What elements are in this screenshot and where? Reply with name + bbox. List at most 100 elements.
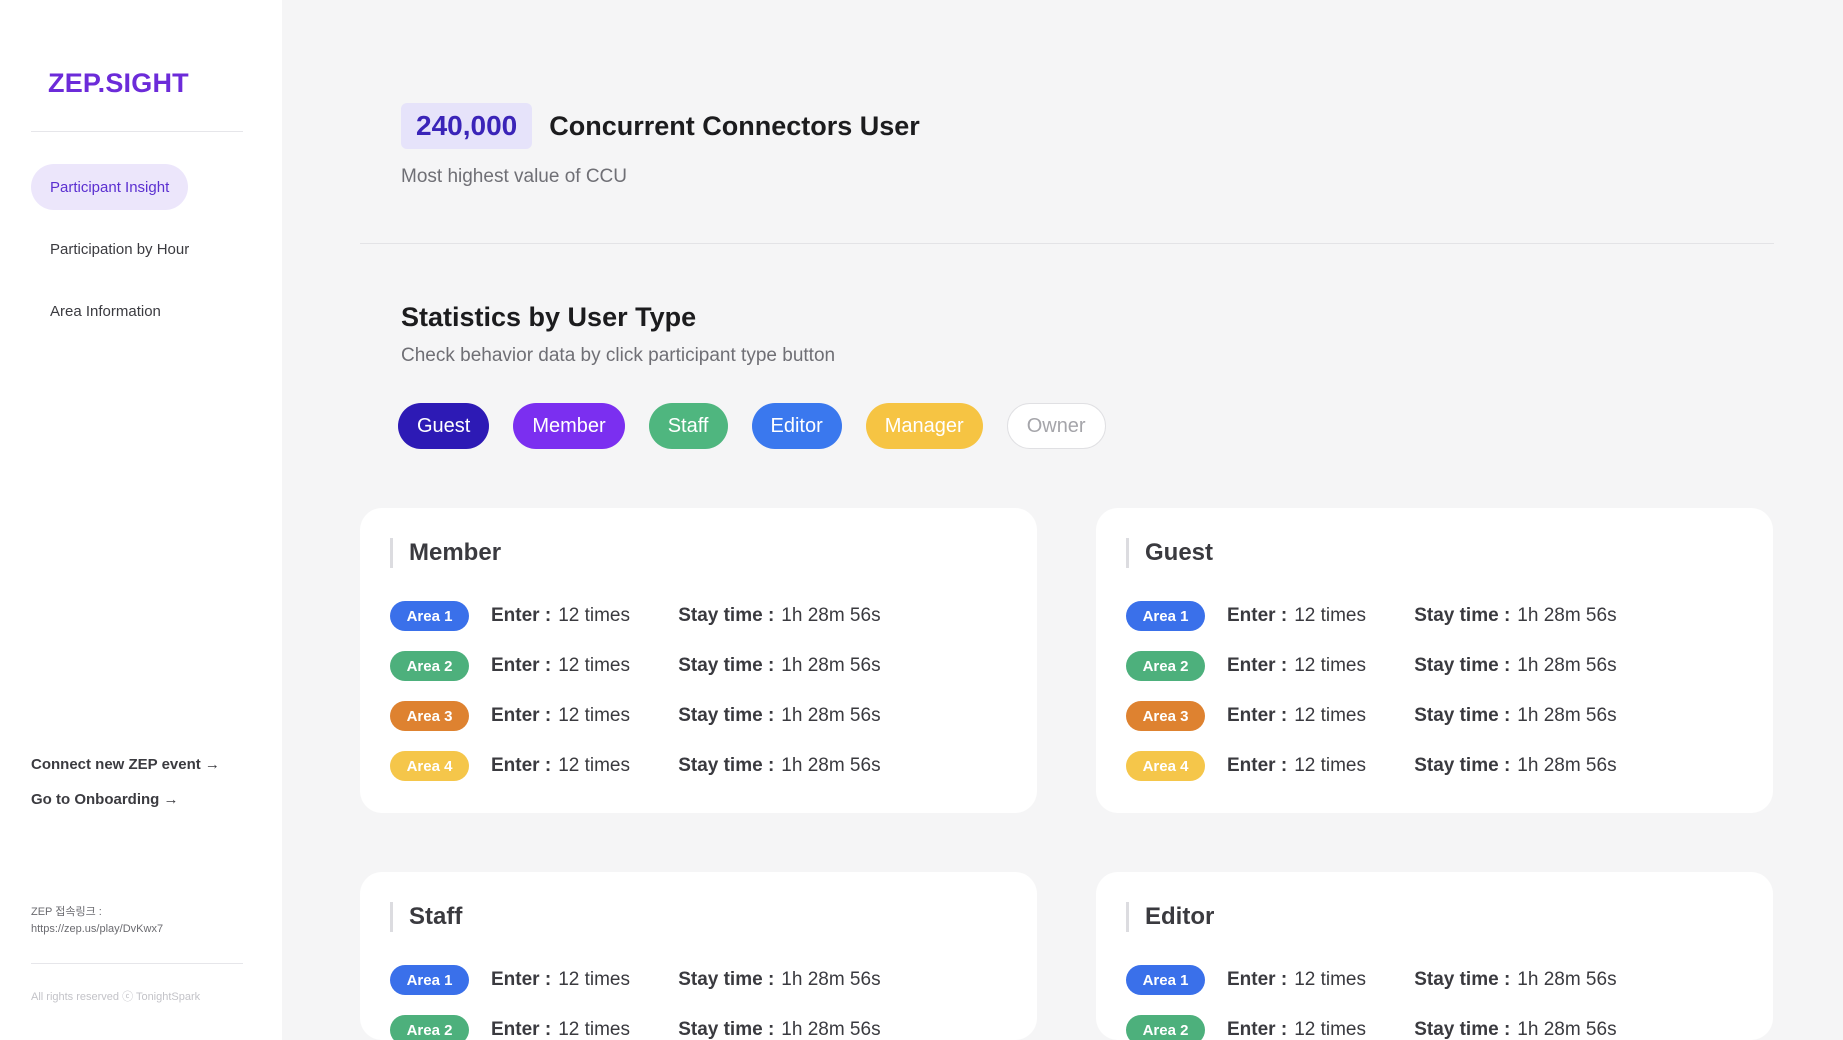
type-button-owner[interactable]: Owner bbox=[1006, 403, 1106, 449]
enter-value: 12 times bbox=[1294, 969, 1366, 990]
stats-card-member: Member Area 1 Enter : 12 times Stay time… bbox=[360, 508, 1037, 813]
type-button-manager[interactable]: Manager bbox=[865, 403, 983, 449]
stay-value: 1h 28m 56s bbox=[781, 655, 881, 676]
stay-label: Stay time : bbox=[678, 605, 775, 626]
card-title: Staff bbox=[390, 902, 462, 932]
enter-label: Enter : bbox=[1227, 655, 1288, 676]
stay-value: 1h 28m 56s bbox=[781, 755, 881, 776]
stats-card-guest: Guest Area 1 Enter : 12 times Stay time … bbox=[1096, 508, 1773, 813]
stay-value: 1h 28m 56s bbox=[1517, 969, 1617, 990]
stay-label: Stay time : bbox=[1414, 755, 1511, 776]
enter-value: 12 times bbox=[558, 655, 630, 676]
enter-value: 12 times bbox=[558, 705, 630, 726]
stay-value: 1h 28m 56s bbox=[781, 705, 881, 726]
card-title: Guest bbox=[1126, 538, 1213, 568]
enter-label: Enter : bbox=[1227, 755, 1288, 776]
stay-label: Stay time : bbox=[678, 705, 775, 726]
area-row: Area 2 Enter : 12 times Stay time : 1h 2… bbox=[1126, 651, 1617, 681]
area-badge: Area 2 bbox=[1126, 651, 1205, 681]
ccu-header: 240,000 Concurrent Connectors User bbox=[401, 103, 920, 149]
area-row: Area 3 Enter : 12 times Stay time : 1h 2… bbox=[390, 701, 881, 731]
enter-label: Enter : bbox=[1227, 969, 1288, 990]
enter-value: 12 times bbox=[558, 755, 630, 776]
stay-value: 1h 28m 56s bbox=[1517, 1019, 1617, 1040]
type-button-member[interactable]: Member bbox=[513, 403, 625, 449]
ccu-subtitle: Most highest value of CCU bbox=[401, 166, 627, 187]
go-to-onboarding-link[interactable]: Go to Onboarding → bbox=[31, 791, 178, 808]
area-row: Area 2 Enter : 12 times Stay time : 1h 2… bbox=[390, 651, 881, 681]
enter-value: 12 times bbox=[558, 969, 630, 990]
enter-label: Enter : bbox=[1227, 705, 1288, 726]
enter-label: Enter : bbox=[491, 1019, 552, 1040]
sidebar-footer-divider bbox=[31, 963, 243, 964]
stay-value: 1h 28m 56s bbox=[781, 605, 881, 626]
zep-link-url[interactable]: https://zep.us/play/DvKwx7 bbox=[31, 923, 163, 935]
enter-label: Enter : bbox=[491, 605, 552, 626]
nav-item-participant-insight[interactable]: Participant Insight bbox=[31, 164, 189, 210]
logo[interactable]: ZEP.SIGHT bbox=[48, 68, 189, 99]
enter-value: 12 times bbox=[558, 1019, 630, 1040]
stay-label: Stay time : bbox=[1414, 969, 1511, 990]
stay-label: Stay time : bbox=[678, 1019, 775, 1040]
ccu-label: Concurrent Connectors User bbox=[549, 110, 920, 141]
stay-label: Stay time : bbox=[1414, 705, 1511, 726]
area-badge: Area 2 bbox=[390, 1015, 469, 1040]
area-row: Area 1 Enter : 12 times Stay time : 1h 2… bbox=[1126, 965, 1617, 995]
copyright: All rights reserved ⓒ TonightSpark bbox=[31, 991, 201, 1003]
section-divider bbox=[360, 243, 1774, 244]
area-row: Area 2 Enter : 12 times Stay time : 1h 2… bbox=[1126, 1015, 1617, 1040]
stay-label: Stay time : bbox=[1414, 655, 1511, 676]
area-badge: Area 3 bbox=[390, 701, 469, 731]
stay-value: 1h 28m 56s bbox=[1517, 655, 1617, 676]
stay-value: 1h 28m 56s bbox=[781, 1019, 881, 1040]
stay-value: 1h 28m 56s bbox=[1517, 605, 1617, 626]
enter-label: Enter : bbox=[491, 705, 552, 726]
nav-item-participation-by-hour[interactable]: Participation by Hour bbox=[31, 226, 208, 272]
stay-label: Stay time : bbox=[678, 969, 775, 990]
area-badge: Area 4 bbox=[1126, 751, 1205, 781]
enter-value: 12 times bbox=[1294, 1019, 1366, 1040]
area-badge: Area 1 bbox=[1126, 601, 1205, 631]
sidebar-divider bbox=[31, 131, 243, 132]
area-row: Area 3 Enter : 12 times Stay time : 1h 2… bbox=[1126, 701, 1617, 731]
card-title: Editor bbox=[1126, 902, 1214, 932]
enter-value: 12 times bbox=[558, 605, 630, 626]
connect-new-event-link[interactable]: Connect new ZEP event → bbox=[31, 756, 220, 773]
type-button-editor[interactable]: Editor bbox=[751, 403, 842, 449]
stay-value: 1h 28m 56s bbox=[1517, 705, 1617, 726]
enter-label: Enter : bbox=[491, 755, 552, 776]
stay-value: 1h 28m 56s bbox=[1517, 755, 1617, 776]
sidebar: ZEP.SIGHT Participant Insight Participat… bbox=[0, 0, 282, 1040]
area-badge: Area 1 bbox=[1126, 965, 1205, 995]
section-subtitle: Check behavior data by click participant… bbox=[401, 345, 836, 366]
ccu-value-badge: 240,000 bbox=[401, 103, 533, 149]
area-badge: Area 4 bbox=[390, 751, 469, 781]
stats-card-editor: Editor Area 1 Enter : 12 times Stay time… bbox=[1096, 872, 1773, 1040]
enter-label: Enter : bbox=[1227, 605, 1288, 626]
enter-value: 12 times bbox=[1294, 605, 1366, 626]
main-content: 240,000 Concurrent Connectors User Most … bbox=[282, 0, 1843, 1040]
enter-value: 12 times bbox=[1294, 705, 1366, 726]
enter-label: Enter : bbox=[1227, 1019, 1288, 1040]
stay-label: Stay time : bbox=[678, 755, 775, 776]
type-button-guest[interactable]: Guest bbox=[398, 403, 490, 449]
area-badge: Area 1 bbox=[390, 601, 469, 631]
stay-label: Stay time : bbox=[1414, 605, 1511, 626]
enter-label: Enter : bbox=[491, 655, 552, 676]
enter-label: Enter : bbox=[491, 969, 552, 990]
stats-card-staff: Staff Area 1 Enter : 12 times Stay time … bbox=[360, 872, 1037, 1040]
area-badge: Area 2 bbox=[390, 651, 469, 681]
user-type-buttons: Guest Member Staff Editor Manager Owner bbox=[398, 403, 1130, 449]
area-row: Area 1 Enter : 12 times Stay time : 1h 2… bbox=[390, 965, 881, 995]
area-row: Area 1 Enter : 12 times Stay time : 1h 2… bbox=[1126, 601, 1617, 631]
type-button-staff[interactable]: Staff bbox=[648, 403, 728, 449]
nav-item-area-information[interactable]: Area Information bbox=[31, 288, 180, 334]
stay-label: Stay time : bbox=[678, 655, 775, 676]
area-badge: Area 1 bbox=[390, 965, 469, 995]
area-row: Area 1 Enter : 12 times Stay time : 1h 2… bbox=[390, 601, 881, 631]
area-row: Area 4 Enter : 12 times Stay time : 1h 2… bbox=[390, 751, 881, 781]
enter-value: 12 times bbox=[1294, 655, 1366, 676]
area-row: Area 2 Enter : 12 times Stay time : 1h 2… bbox=[390, 1015, 881, 1040]
stay-value: 1h 28m 56s bbox=[781, 969, 881, 990]
section-title: Statistics by User Type bbox=[401, 302, 697, 332]
